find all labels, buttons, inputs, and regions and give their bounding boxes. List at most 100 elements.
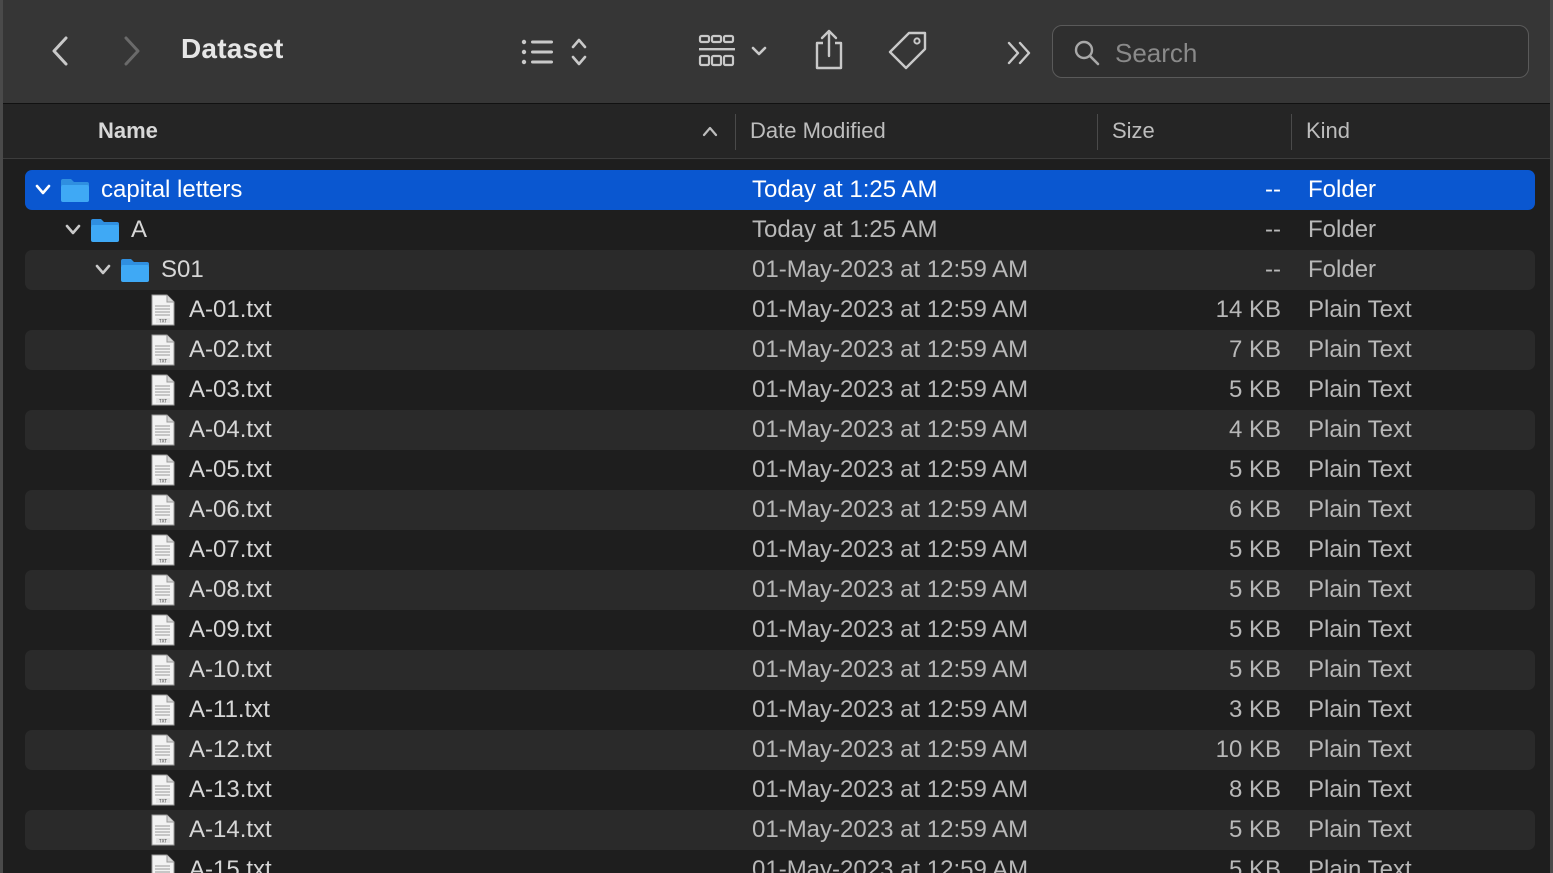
- file-row[interactable]: TXT A-04.txt 01-May-2023 at 12:59 AM 4 KB Pl…: [25, 410, 1535, 450]
- back-chevron-icon[interactable]: [43, 34, 77, 68]
- tag-icon[interactable]: [887, 30, 929, 72]
- item-name: A-01.txt: [189, 296, 272, 323]
- column-size-header[interactable]: Size: [1112, 104, 1155, 158]
- item-kind: Plain Text: [1308, 376, 1412, 403]
- item-date-modified: 01-May-2023 at 12:59 AM: [752, 256, 1029, 283]
- text-file-icon: TXT: [150, 774, 176, 811]
- item-size: 10 KB: [1215, 736, 1281, 763]
- item-kind: Plain Text: [1308, 496, 1412, 523]
- disclosure-expanded-icon[interactable]: [94, 262, 112, 283]
- file-row[interactable]: TXT A-10.txt 01-May-2023 at 12:59 AM 5 KB Pl…: [25, 650, 1535, 690]
- item-name: A-15.txt: [189, 856, 272, 873]
- item-size: 5 KB: [1228, 816, 1281, 843]
- text-file-icon: TXT: [150, 734, 176, 771]
- item-name: A-07.txt: [189, 536, 272, 563]
- file-row[interactable]: TXT A-08.txt 01-May-2023 at 12:59 AM 5 KB Pl…: [25, 570, 1535, 610]
- column-separator[interactable]: [1291, 114, 1292, 150]
- text-file-icon: TXT: [150, 614, 176, 651]
- text-file-icon: TXT: [150, 374, 176, 411]
- item-name: A-13.txt: [189, 776, 272, 803]
- item-size: --: [1265, 176, 1281, 203]
- file-row[interactable]: TXT A-13.txt 01-May-2023 at 12:59 AM 8 KB Pl…: [25, 770, 1535, 810]
- text-file-icon: TXT: [150, 694, 176, 731]
- forward-chevron-icon[interactable]: [115, 34, 149, 68]
- item-name: A: [131, 216, 148, 243]
- item-size: 5 KB: [1228, 456, 1281, 483]
- file-row[interactable]: TXT A-02.txt 01-May-2023 at 12:59 AM 7 KB Pl…: [25, 330, 1535, 370]
- text-file-icon: TXT: [150, 494, 176, 531]
- file-row[interactable]: TXT A-15.txt 01-May-2023 at 12:59 AM 5 KB Pl…: [25, 850, 1535, 873]
- folder-row[interactable]: S01 01-May-2023 at 12:59 AM -- Folder: [25, 250, 1535, 290]
- item-date-modified: 01-May-2023 at 12:59 AM: [752, 416, 1029, 443]
- item-name: A-12.txt: [189, 736, 272, 763]
- svg-text:TXT: TXT: [158, 758, 167, 763]
- file-row[interactable]: TXT A-03.txt 01-May-2023 at 12:59 AM 5 KB Pl…: [25, 370, 1535, 410]
- window-title: Dataset: [181, 33, 284, 64]
- file-row[interactable]: TXT A-12.txt 01-May-2023 at 12:59 AM 10 KB P…: [25, 730, 1535, 770]
- item-name: A-04.txt: [189, 416, 272, 443]
- item-size: 5 KB: [1228, 536, 1281, 563]
- column-date-header[interactable]: Date Modified: [750, 104, 886, 158]
- item-kind: Plain Text: [1308, 416, 1412, 443]
- svg-text:TXT: TXT: [158, 638, 167, 643]
- item-kind: Plain Text: [1308, 336, 1412, 363]
- item-date-modified: 01-May-2023 at 12:59 AM: [752, 816, 1029, 843]
- more-toolbar-icon[interactable]: [1005, 40, 1035, 66]
- item-size: 5 KB: [1228, 376, 1281, 403]
- folder-icon: [120, 257, 150, 288]
- file-row[interactable]: TXT A-11.txt 01-May-2023 at 12:59 AM 3 KB Pl…: [25, 690, 1535, 730]
- column-separator[interactable]: [735, 114, 736, 150]
- item-date-modified: 01-May-2023 at 12:59 AM: [752, 696, 1029, 723]
- item-kind: Plain Text: [1308, 576, 1412, 603]
- file-row[interactable]: TXT A-07.txt 01-May-2023 at 12:59 AM 5 KB Pl…: [25, 530, 1535, 570]
- svg-text:TXT: TXT: [158, 478, 167, 483]
- svg-text:TXT: TXT: [158, 358, 167, 363]
- disclosure-expanded-icon[interactable]: [64, 222, 82, 243]
- item-kind: Plain Text: [1308, 816, 1412, 843]
- file-row[interactable]: TXT A-14.txt 01-May-2023 at 12:59 AM 5 KB Pl…: [25, 810, 1535, 850]
- column-header: Name Date Modified Size Kind: [3, 104, 1550, 159]
- item-kind: Plain Text: [1308, 536, 1412, 563]
- file-row[interactable]: TXT A-01.txt 01-May-2023 at 12:59 AM 14 KB P…: [25, 290, 1535, 330]
- text-file-icon: TXT: [150, 334, 176, 371]
- column-name-header[interactable]: Name: [98, 104, 158, 158]
- finder-window: Dataset Search Name Date Modified Size K…: [0, 0, 1553, 873]
- text-file-icon: TXT: [150, 654, 176, 691]
- item-kind: Plain Text: [1308, 736, 1412, 763]
- item-size: 8 KB: [1228, 776, 1281, 803]
- item-date-modified: Today at 1:25 AM: [752, 216, 938, 243]
- search-field[interactable]: [1052, 25, 1529, 78]
- item-size: 5 KB: [1228, 656, 1281, 683]
- item-date-modified: 01-May-2023 at 12:59 AM: [752, 536, 1029, 563]
- folder-row[interactable]: A Today at 1:25 AM -- Folder: [25, 210, 1535, 250]
- item-date-modified: 01-May-2023 at 12:59 AM: [752, 456, 1029, 483]
- disclosure-expanded-icon[interactable]: [34, 182, 52, 203]
- file-row[interactable]: TXT A-09.txt 01-May-2023 at 12:59 AM 5 KB Pl…: [25, 610, 1535, 650]
- item-name: A-02.txt: [189, 336, 272, 363]
- item-date-modified: 01-May-2023 at 12:59 AM: [752, 856, 1029, 873]
- text-file-icon: TXT: [150, 534, 176, 571]
- search-icon: [1073, 39, 1101, 72]
- folder-icon: [90, 217, 120, 248]
- svg-text:TXT: TXT: [158, 398, 167, 403]
- group-by-icon[interactable]: [697, 33, 773, 69]
- folder-row[interactable]: capital letters Today at 1:25 AM -- Folder: [25, 170, 1535, 210]
- list-view-icon[interactable]: [518, 36, 598, 68]
- svg-text:TXT: TXT: [158, 678, 167, 683]
- item-name: A-11.txt: [189, 696, 270, 723]
- text-file-icon: TXT: [150, 854, 176, 873]
- sort-ascending-icon[interactable]: [701, 124, 719, 143]
- file-row[interactable]: TXT A-06.txt 01-May-2023 at 12:59 AM 6 KB Pl…: [25, 490, 1535, 530]
- item-date-modified: 01-May-2023 at 12:59 AM: [752, 496, 1029, 523]
- share-icon[interactable]: [811, 28, 847, 72]
- item-kind: Plain Text: [1308, 776, 1412, 803]
- column-separator[interactable]: [1097, 114, 1098, 150]
- svg-text:TXT: TXT: [158, 438, 167, 443]
- item-kind: Plain Text: [1308, 696, 1412, 723]
- item-size: 5 KB: [1228, 616, 1281, 643]
- svg-text:TXT: TXT: [158, 798, 167, 803]
- column-kind-header[interactable]: Kind: [1306, 104, 1350, 158]
- svg-text:TXT: TXT: [158, 598, 167, 603]
- file-row[interactable]: TXT A-05.txt 01-May-2023 at 12:59 AM 5 KB Pl…: [25, 450, 1535, 490]
- search-input[interactable]: [1113, 34, 1507, 72]
